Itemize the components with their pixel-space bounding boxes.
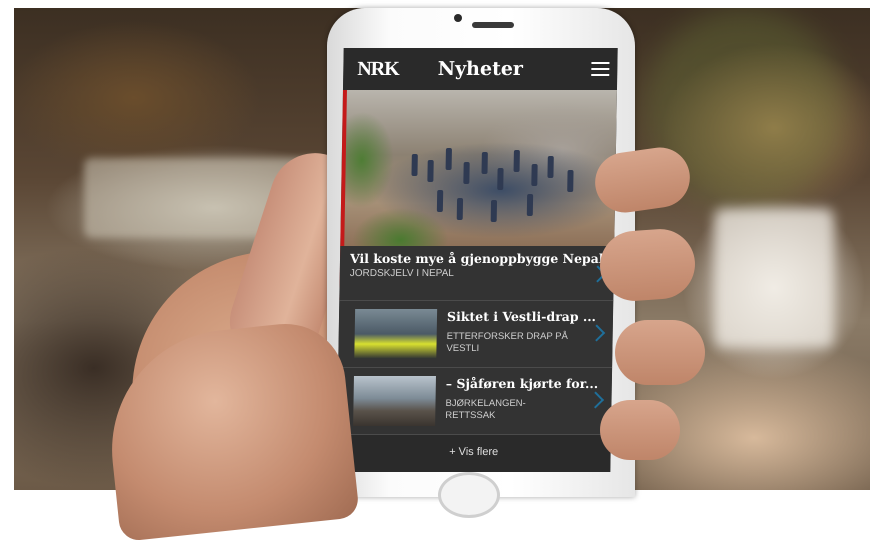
chevron-right-icon[interactable] bbox=[587, 391, 605, 409]
story-category: BJØRKELANGEN-RETTSSAK bbox=[445, 398, 526, 421]
story-headline[interactable]: Siktet i Vestli-drap ... bbox=[447, 309, 596, 324]
front-camera bbox=[454, 14, 462, 22]
story-headline[interactable]: – Sjåføren kjørte for... bbox=[446, 376, 599, 391]
page-title: Nyheter bbox=[437, 58, 524, 80]
show-more-label: + Vis flere bbox=[449, 446, 499, 458]
app-header: NRK Nyheter bbox=[342, 48, 618, 90]
chevron-right-icon[interactable] bbox=[588, 324, 606, 342]
story-thumbnail bbox=[353, 376, 436, 426]
menu-icon[interactable] bbox=[591, 62, 610, 76]
hero-headline[interactable]: Vil koste mye å gjenoppbygge Nepal bbox=[350, 251, 604, 266]
list-item[interactable]: Siktet i Vestli-drap ... ETTERFORSKER DR… bbox=[338, 300, 614, 367]
background-object bbox=[714, 208, 834, 348]
earpiece-speaker bbox=[472, 22, 514, 28]
show-more-button[interactable]: + Vis flere bbox=[336, 434, 611, 472]
hero-image[interactable] bbox=[340, 90, 617, 252]
hand-finger bbox=[600, 400, 680, 460]
phone-screen: NRK Nyheter Vil koste mye å gjenoppbygge… bbox=[336, 48, 618, 472]
home-button[interactable] bbox=[438, 472, 500, 518]
hand-finger bbox=[615, 320, 705, 385]
list-item[interactable]: – Sjåføren kjørte for... BJØRKELANGEN-RE… bbox=[336, 367, 613, 434]
story-thumbnail bbox=[354, 309, 438, 359]
story-category: ETTERFORSKER DRAP PÅ VESTLI bbox=[446, 331, 569, 354]
hero-category: JORDSKJELV I NEPAL bbox=[349, 268, 454, 279]
